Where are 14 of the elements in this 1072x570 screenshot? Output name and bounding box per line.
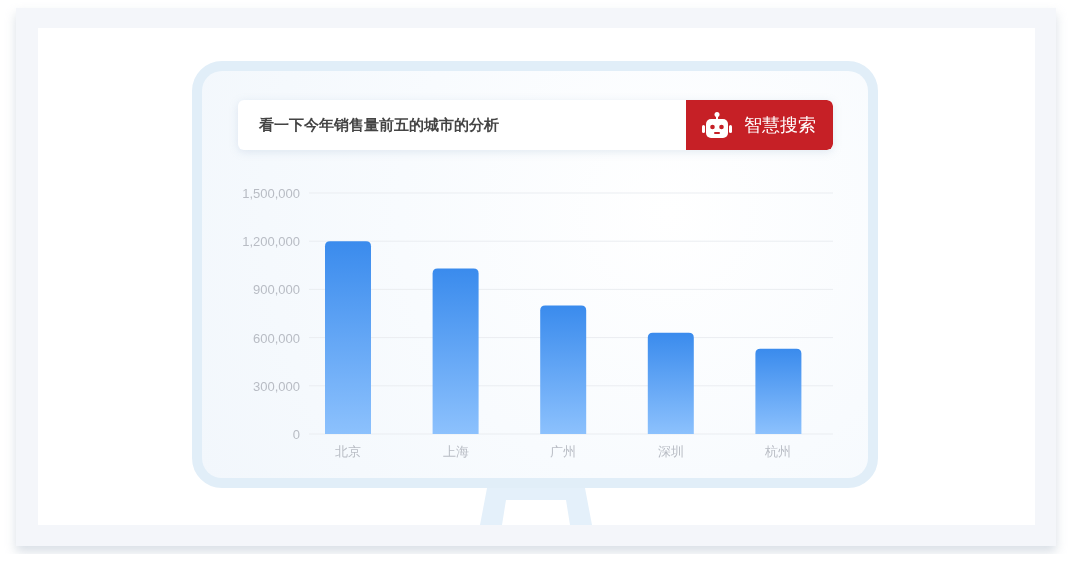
axis-label: 北京 xyxy=(334,444,361,459)
axis-label: 600,000 xyxy=(252,330,300,346)
axis-label: 上海 xyxy=(442,444,469,459)
axis-label: 900,000 xyxy=(252,282,300,298)
axis-label: 0 xyxy=(292,427,300,442)
axis-label: 杭州 xyxy=(764,444,791,459)
search-field[interactable]: 看一下今年销售量前五的城市的分析 xyxy=(237,100,686,150)
axis-label: 1,500,000 xyxy=(241,186,300,201)
axis-label: 1,200,000 xyxy=(241,234,300,250)
smart-search-button[interactable]: 智慧搜索 xyxy=(685,100,833,150)
axis-label: 深圳 xyxy=(657,444,684,459)
robot-icon xyxy=(702,111,732,139)
axis-label: 广州 xyxy=(549,444,576,459)
axis-label: 300,000 xyxy=(252,378,300,394)
